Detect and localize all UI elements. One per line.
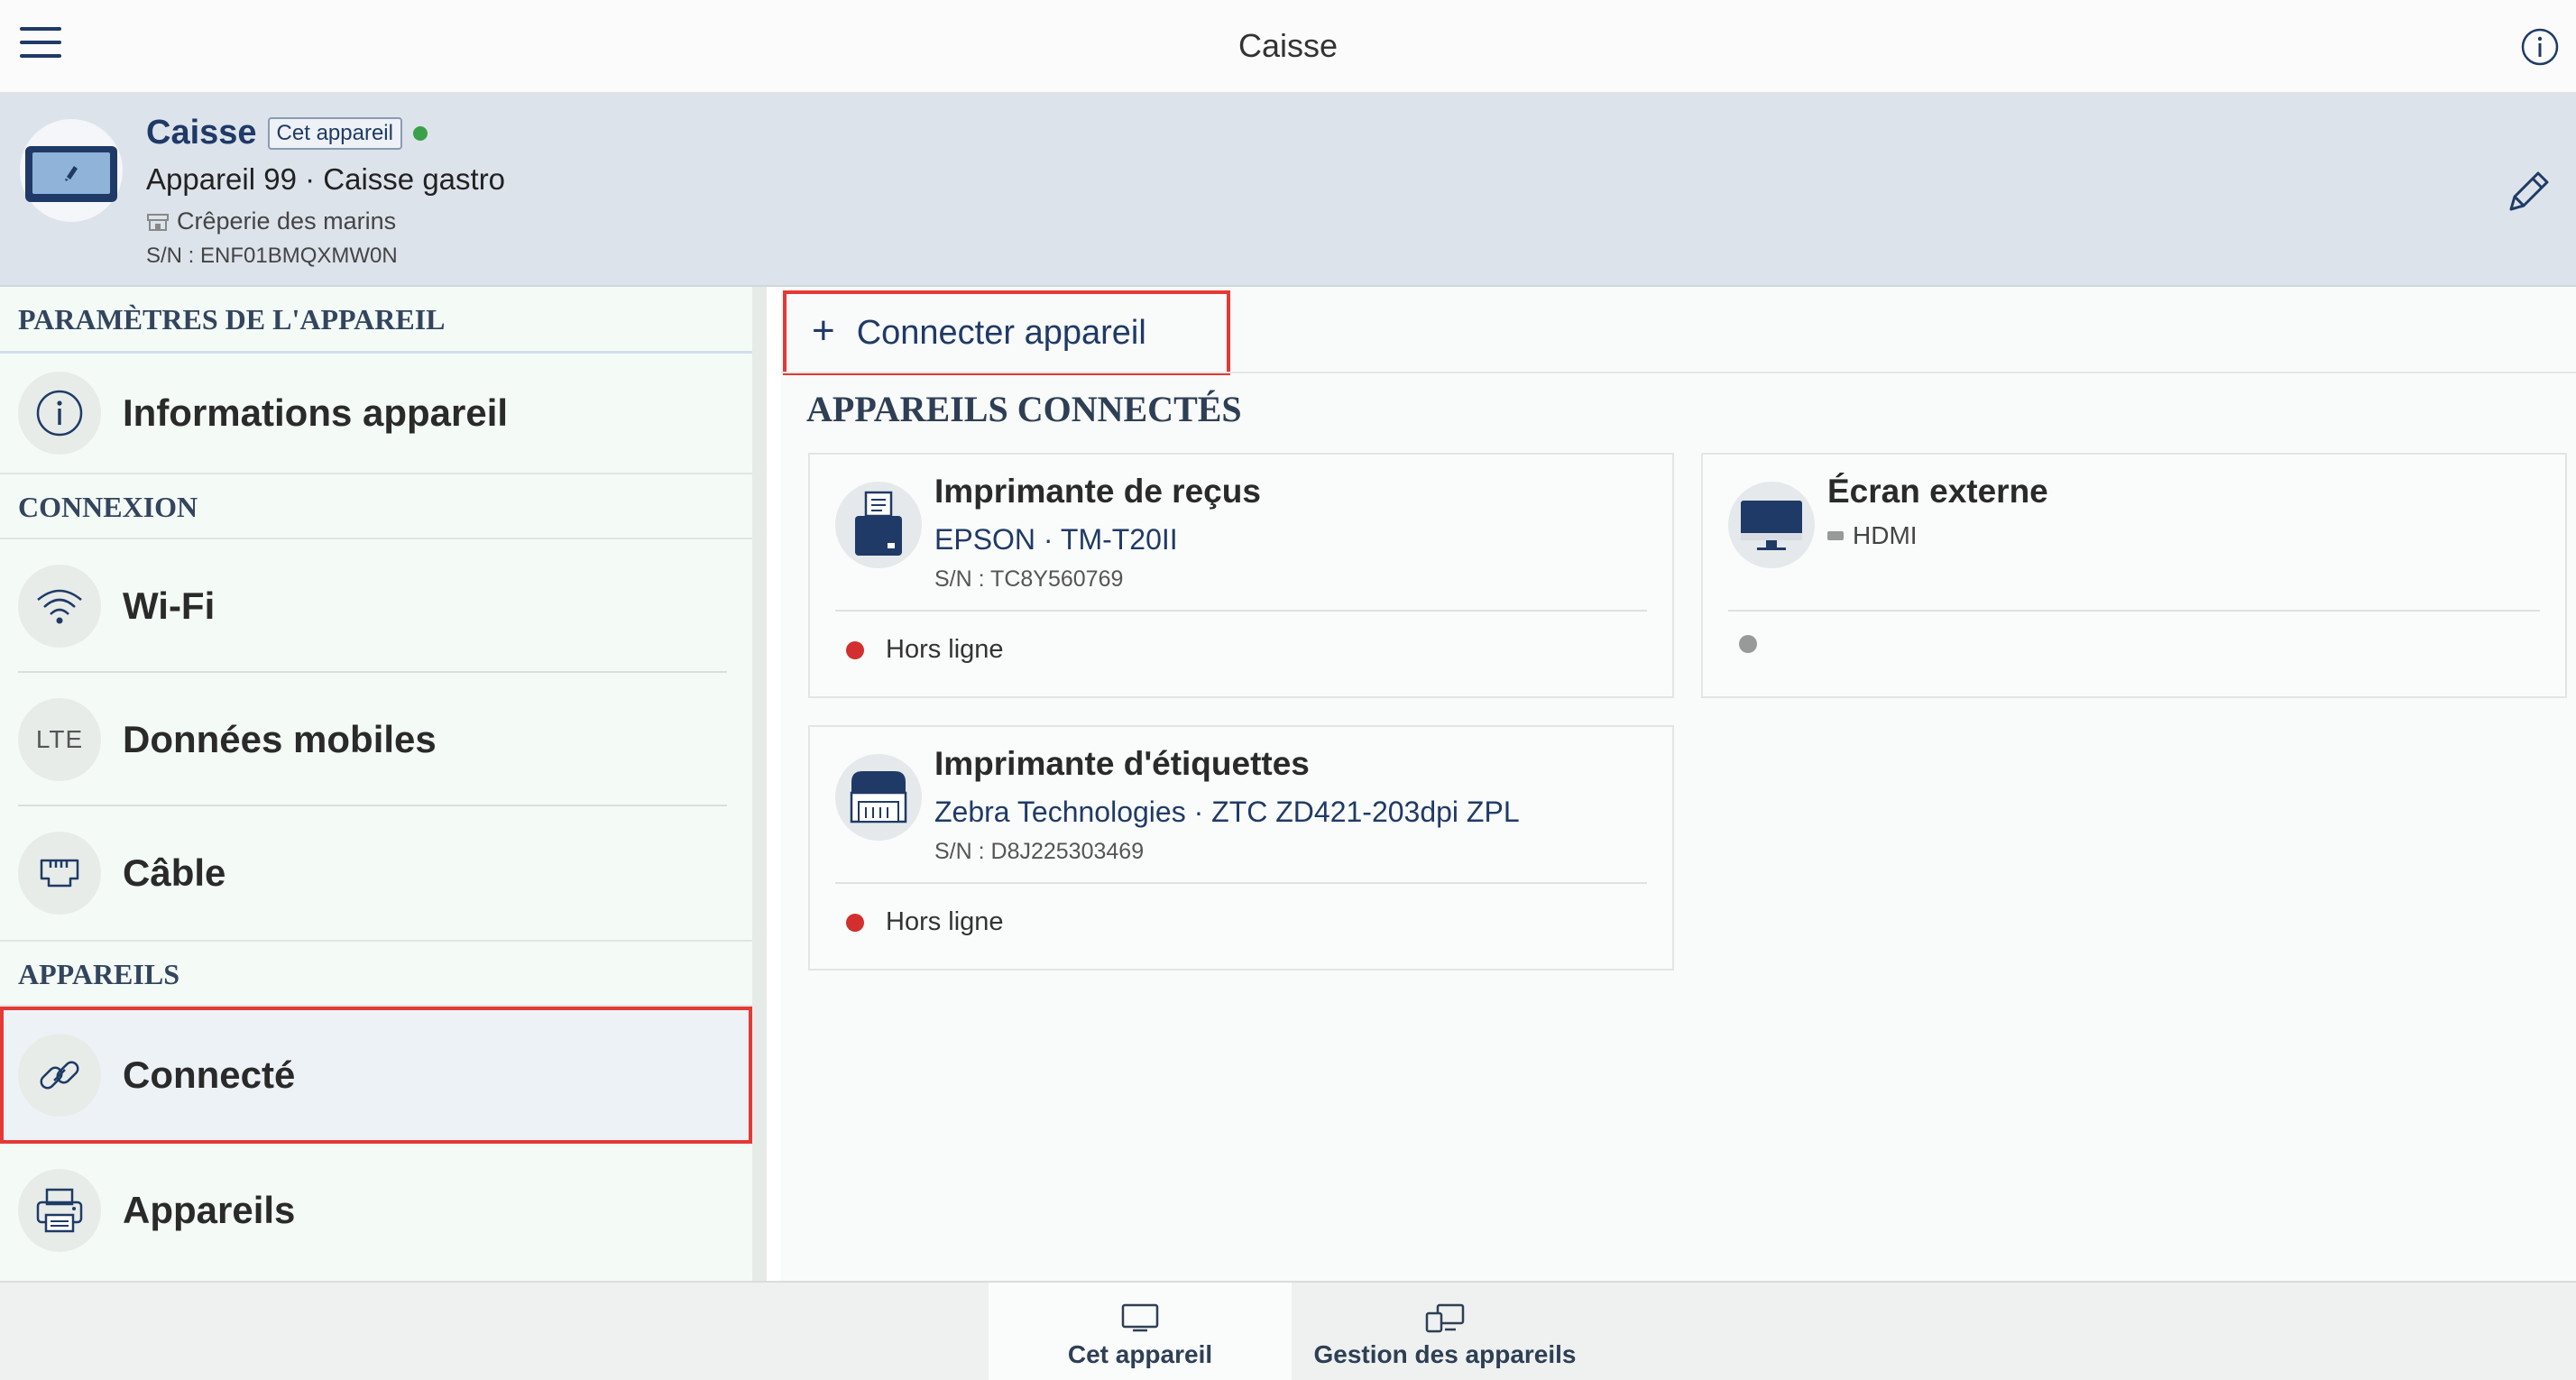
tab-device-management[interactable]: Gestion des appareils	[1292, 1283, 1598, 1380]
pos-terminal-icon	[25, 146, 117, 202]
divider	[835, 610, 1647, 612]
monitor-icon	[1728, 482, 1815, 568]
device-avatar	[20, 119, 123, 222]
ethernet-icon	[18, 832, 101, 915]
status-dot	[846, 640, 864, 659]
link-icon	[18, 1034, 101, 1117]
settings-sidebar: PARAMÈTRES DE L'APPAREIL Informations ap…	[0, 287, 767, 1281]
connected-devices-title: APPAREILS CONNECTÉS	[806, 389, 1242, 429]
card-serial: S/N : D8J225303469	[934, 839, 1145, 864]
card-status: Hors ligne	[846, 635, 1004, 665]
sidebar-item-devices[interactable]: Appareils	[0, 1144, 752, 1277]
this-device-badge: Cet appareil	[267, 116, 402, 150]
card-subtitle: EPSON · TM-T20II	[934, 523, 1178, 556]
status-dot	[846, 913, 864, 932]
device-name: Caisse	[146, 114, 257, 152]
status-label: Hors ligne	[886, 635, 1004, 664]
section-header-device-settings: PARAMÈTRES DE L'APPAREIL	[0, 287, 752, 354]
sidebar-item-mobile-data[interactable]: LTE Données mobiles	[0, 673, 752, 806]
device-location: Crêperie des marins	[146, 207, 396, 235]
lte-icon: LTE	[18, 698, 101, 781]
card-subtitle-text: HDMI	[1853, 521, 1918, 549]
device-location-label: Crêperie des marins	[177, 207, 397, 235]
device-model: Appareil 99 · Caisse gastro	[146, 162, 506, 196]
hdmi-icon	[1827, 531, 1844, 540]
lte-icon-text: LTE	[35, 725, 84, 753]
info-circle-icon	[18, 372, 101, 455]
store-icon	[147, 213, 169, 231]
page-title: Caisse	[1237, 27, 1339, 64]
device-card-receipt-printer[interactable]: Imprimante de reçus EPSON · TM-T20II S/N…	[808, 453, 1674, 698]
status-dot	[1739, 635, 1757, 653]
tab-label: Cet appareil	[1067, 1340, 1213, 1368]
device-card-label-printer[interactable]: Imprimante d'étiquettes Zebra Technologi…	[808, 725, 1674, 971]
receipt-printer-icon	[835, 482, 922, 568]
card-subtitle: Zebra Technologies · ZTC ZD421-203dpi ZP…	[934, 796, 1520, 828]
divider	[781, 372, 2576, 373]
card-subtitle: HDMI	[1827, 521, 1918, 550]
sidebar-item-info[interactable]: Informations appareil	[0, 354, 752, 473]
tab-this-device[interactable]: Cet appareil	[989, 1283, 1292, 1380]
connect-device-button[interactable]: + Connecter appareil	[783, 290, 1230, 375]
card-status	[1739, 635, 1757, 653]
connect-device-label: Connecter appareil	[856, 313, 1146, 352]
sidebar-item-label: Connecté	[123, 1053, 296, 1096]
device-card-external-screen[interactable]: Écran externe HDMI	[1701, 453, 2567, 698]
main-content: + Connecter appareil APPAREILS CONNECTÉS…	[781, 287, 2576, 1281]
sidebar-item-label: Wi-Fi	[123, 584, 216, 627]
online-status-dot	[412, 125, 428, 141]
section-header-connection: CONNEXION	[0, 473, 752, 539]
sidebar-item-label: Appareils	[123, 1189, 296, 1231]
section-header-devices: APPAREILS	[0, 940, 752, 1007]
bottom-navigation: Cet appareil Gestion des appareils	[0, 1281, 2576, 1380]
top-bar: Caisse	[0, 0, 2576, 94]
wifi-icon	[18, 565, 101, 648]
label-printer-icon	[835, 754, 922, 841]
status-label: Hors ligne	[886, 907, 1004, 936]
sidebar-item-connected[interactable]: Connecté	[0, 1007, 752, 1144]
edit-icon[interactable]	[2502, 164, 2556, 218]
monitor-tab-icon	[1121, 1303, 1159, 1332]
device-header: Caisse Cet appareil Appareil 99 · Caisse…	[0, 94, 2576, 287]
sidebar-item-cable[interactable]: Câble	[0, 806, 752, 940]
card-serial: S/N : TC8Y560769	[934, 566, 1124, 592]
card-title: Imprimante d'étiquettes	[934, 745, 1310, 782]
card-title: Imprimante de reçus	[934, 473, 1261, 510]
device-name-row: Caisse Cet appareil	[146, 114, 428, 152]
divider	[1728, 610, 2540, 612]
sidebar-item-label: Données mobiles	[123, 718, 437, 760]
divider	[835, 882, 1647, 884]
card-status: Hors ligne	[846, 907, 1004, 937]
device-serial: S/N : ENF01BMQXMW0N	[146, 244, 398, 268]
sidebar-item-label: Informations appareil	[123, 391, 509, 434]
sidebar-item-wifi[interactable]: Wi-Fi	[0, 539, 752, 673]
devices-tab-icon	[1425, 1303, 1465, 1333]
plus-icon: +	[812, 308, 835, 353]
card-title: Écran externe	[1827, 473, 2048, 510]
info-icon[interactable]	[2520, 27, 2560, 67]
tab-label: Gestion des appareils	[1313, 1340, 1577, 1368]
printer-icon	[18, 1169, 101, 1252]
sidebar-item-label: Câble	[123, 851, 226, 894]
